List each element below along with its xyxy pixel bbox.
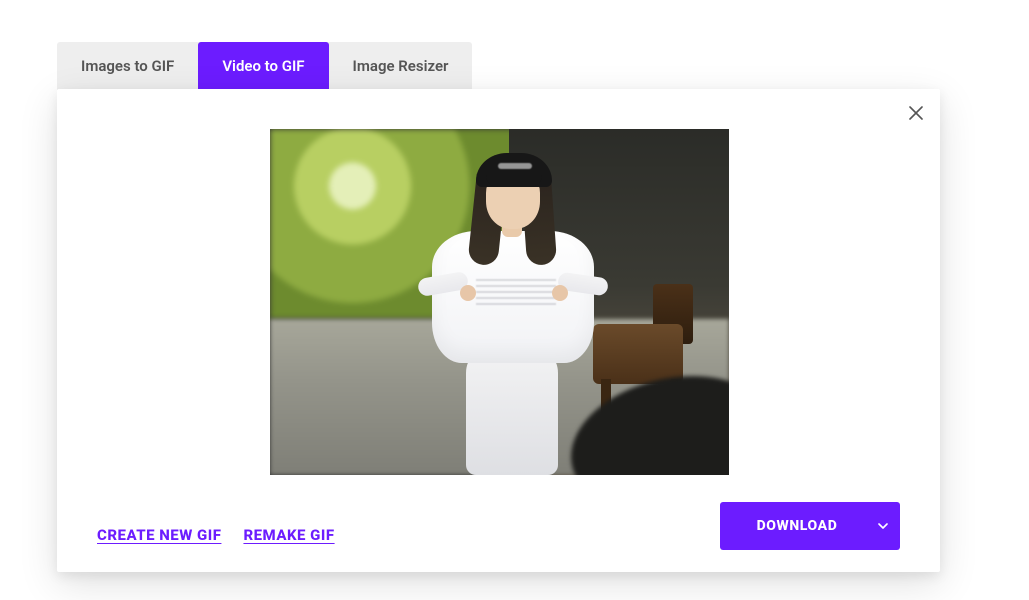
download-button[interactable]: DOWNLOAD: [720, 502, 900, 550]
page: Images to GIF Video to GIF Image Resizer: [0, 0, 1029, 600]
tab-label: Images to GIF: [81, 57, 174, 75]
download-dropdown-toggle[interactable]: [866, 523, 900, 529]
tab-bar: Images to GIF Video to GIF Image Resizer: [57, 42, 472, 90]
result-modal: CREATE NEW GIF REMAKE GIF DOWNLOAD: [57, 89, 940, 572]
gif-preview: [270, 129, 729, 475]
create-new-gif-link[interactable]: CREATE NEW GIF: [97, 526, 221, 544]
close-icon: [909, 106, 923, 120]
tab-images-to-gif[interactable]: Images to GIF: [57, 42, 198, 90]
secondary-actions: CREATE NEW GIF REMAKE GIF: [97, 526, 335, 544]
gif-frame: [270, 129, 729, 475]
tab-image-resizer[interactable]: Image Resizer: [329, 42, 473, 90]
tab-video-to-gif[interactable]: Video to GIF: [198, 42, 328, 90]
tab-label: Image Resizer: [353, 57, 449, 75]
remake-gif-link[interactable]: REMAKE GIF: [243, 526, 334, 544]
tab-label: Video to GIF: [222, 57, 304, 75]
chevron-down-icon: [878, 523, 888, 529]
download-label: DOWNLOAD: [720, 518, 866, 534]
close-button[interactable]: [906, 103, 926, 123]
